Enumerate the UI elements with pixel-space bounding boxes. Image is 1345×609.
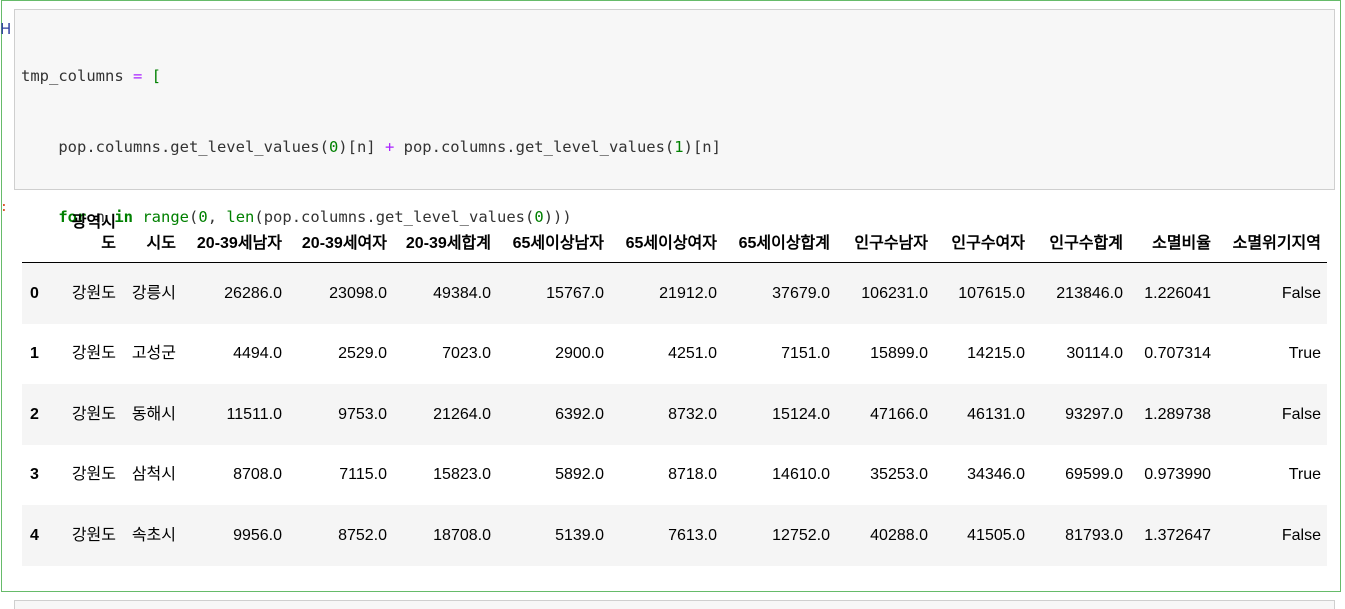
table-cell: 0.973990 bbox=[1144, 466, 1211, 484]
table-cell: 14610.0 bbox=[772, 466, 830, 484]
table-cell: True bbox=[1288, 345, 1321, 363]
table-cell: 26286.0 bbox=[224, 284, 282, 302]
column-header[interactable]: 인구수남자 bbox=[836, 212, 934, 263]
table-cell: 213846.0 bbox=[1056, 284, 1123, 302]
table-cell: 47166.0 bbox=[870, 405, 928, 423]
table-cell: 12752.0 bbox=[772, 526, 830, 544]
table-cell: 강원도 bbox=[71, 284, 116, 302]
row-index: 0 bbox=[30, 284, 39, 302]
column-header[interactable]: 20-39세여자 bbox=[288, 212, 393, 263]
table-cell: 11511.0 bbox=[226, 405, 282, 423]
table-row: 1 강원도 고성군 4494.0 2529.0 7023.0 2900.0 42… bbox=[22, 323, 1327, 384]
table-cell: 37679.0 bbox=[772, 284, 830, 302]
column-header[interactable]: 광역시도 bbox=[60, 212, 122, 263]
table-cell: 8708.0 bbox=[233, 466, 282, 484]
code-line-1: tmp_columns = [ bbox=[21, 67, 162, 85]
row-index: 1 bbox=[30, 345, 39, 363]
table-cell: 2529.0 bbox=[338, 345, 387, 363]
table-cell: 삼척시 bbox=[131, 466, 176, 484]
table-cell: 8718.0 bbox=[668, 466, 717, 484]
code-editor[interactable]: tmp_columns = [ pop.columns.get_level_va… bbox=[14, 9, 1335, 508]
index-header bbox=[22, 212, 60, 263]
table-cell: 14215.0 bbox=[967, 345, 1025, 363]
table-cell: 7023.0 bbox=[442, 345, 491, 363]
table-row: 3 강원도 삼척시 8708.0 7115.0 15823.0 5892.0 8… bbox=[22, 444, 1327, 505]
table-cell: 4251.0 bbox=[668, 345, 717, 363]
table-cell: 강원도 bbox=[71, 345, 116, 363]
header-row: 광역시도 시도 20-39세남자 20-39세여자 20-39세합계 65세이상… bbox=[22, 212, 1327, 263]
table-cell: 4494.0 bbox=[233, 345, 282, 363]
table-row: 0 강원도 강릉시 26286.0 23098.0 49384.0 15767.… bbox=[22, 262, 1327, 324]
table-cell: 15767.0 bbox=[546, 284, 604, 302]
table-cell: 15899.0 bbox=[870, 345, 928, 363]
table-cell: 106231.0 bbox=[861, 284, 928, 302]
table-cell: 6392.0 bbox=[555, 405, 604, 423]
table-row: 4 강원도 속초시 9956.0 8752.0 18708.0 5139.0 7… bbox=[22, 505, 1327, 566]
table-cell: 30114.0 bbox=[1066, 345, 1123, 363]
column-header[interactable]: 65세이상여자 bbox=[610, 212, 723, 263]
column-header[interactable]: 20-39세합계 bbox=[393, 212, 497, 263]
table-cell: 고성군 bbox=[131, 345, 176, 363]
table-cell: False bbox=[1281, 526, 1321, 544]
table-cell: 34346.0 bbox=[967, 466, 1025, 484]
table-cell: 강릉시 bbox=[131, 284, 176, 302]
table-cell: 9956.0 bbox=[233, 526, 282, 544]
table-cell: False bbox=[1281, 284, 1321, 302]
table-row: 2 강원도 동해시 11511.0 9753.0 21264.0 6392.0 … bbox=[22, 384, 1327, 445]
table-cell: 107615.0 bbox=[958, 284, 1025, 302]
table-cell: 93297.0 bbox=[1065, 405, 1123, 423]
next-code-cell[interactable] bbox=[14, 600, 1335, 609]
output-prompt: : bbox=[0, 200, 8, 215]
table-cell: 21264.0 bbox=[433, 405, 491, 423]
table-cell: 0.707314 bbox=[1144, 345, 1211, 363]
table-cell: 35253.0 bbox=[870, 466, 928, 484]
column-header[interactable]: 20-39세남자 bbox=[182, 212, 288, 263]
table-cell: 46131.0 bbox=[967, 405, 1025, 423]
table-cell: 2900.0 bbox=[555, 345, 604, 363]
table-cell: 1.289738 bbox=[1144, 405, 1211, 423]
table-cell: 강원도 bbox=[71, 466, 116, 484]
column-header[interactable]: 소멸위기지역 bbox=[1217, 212, 1327, 263]
table-cell: 5892.0 bbox=[555, 466, 604, 484]
table-cell: 8732.0 bbox=[668, 405, 717, 423]
dataframe-output: 광역시도 시도 20-39세남자 20-39세여자 20-39세합계 65세이상… bbox=[22, 212, 1327, 566]
table-cell: False bbox=[1281, 405, 1321, 423]
table-cell: 속초시 bbox=[131, 526, 176, 544]
table-cell: 7115.0 bbox=[339, 466, 387, 484]
column-header[interactable]: 시도 bbox=[122, 212, 182, 263]
table-cell: 69599.0 bbox=[1065, 466, 1123, 484]
table-cell: 40288.0 bbox=[870, 526, 928, 544]
table-cell: 81793.0 bbox=[1065, 526, 1123, 544]
table-cell: 5139.0 bbox=[555, 526, 604, 544]
table-cell: 41505.0 bbox=[967, 526, 1025, 544]
table-cell: 9753.0 bbox=[338, 405, 387, 423]
row-index: 2 bbox=[30, 405, 39, 423]
row-index: 3 bbox=[30, 466, 39, 484]
column-header[interactable]: 인구수합계 bbox=[1031, 212, 1129, 263]
table-cell: 동해시 bbox=[131, 405, 176, 423]
table-cell: 1.226041 bbox=[1144, 284, 1211, 302]
table-cell: 15823.0 bbox=[433, 466, 491, 484]
table-cell: 18708.0 bbox=[433, 526, 491, 544]
table-cell: 강원도 bbox=[71, 405, 116, 423]
table-cell: 15124.0 bbox=[772, 405, 830, 423]
table-cell: 8752.0 bbox=[338, 526, 387, 544]
table-cell: True bbox=[1288, 466, 1321, 484]
row-index: 4 bbox=[30, 526, 39, 544]
table-cell: 강원도 bbox=[71, 526, 116, 544]
input-prompt: H bbox=[0, 20, 12, 38]
table-cell: 7613.0 bbox=[668, 526, 717, 544]
table-cell: 23098.0 bbox=[329, 284, 387, 302]
column-header[interactable]: 65세이상합계 bbox=[723, 212, 836, 263]
code-line-2: pop.columns.get_level_values(0)[n] + pop… bbox=[21, 137, 721, 156]
column-header[interactable]: 소멸비율 bbox=[1129, 212, 1217, 263]
column-header[interactable]: 65세이상남자 bbox=[497, 212, 610, 263]
column-header[interactable]: 인구수여자 bbox=[934, 212, 1031, 263]
table-cell: 21912.0 bbox=[659, 284, 717, 302]
table-cell: 49384.0 bbox=[433, 284, 491, 302]
dataframe-table: 광역시도 시도 20-39세남자 20-39세여자 20-39세합계 65세이상… bbox=[22, 212, 1327, 566]
table-cell: 1.372647 bbox=[1144, 526, 1211, 544]
table-cell: 7151.0 bbox=[781, 345, 830, 363]
